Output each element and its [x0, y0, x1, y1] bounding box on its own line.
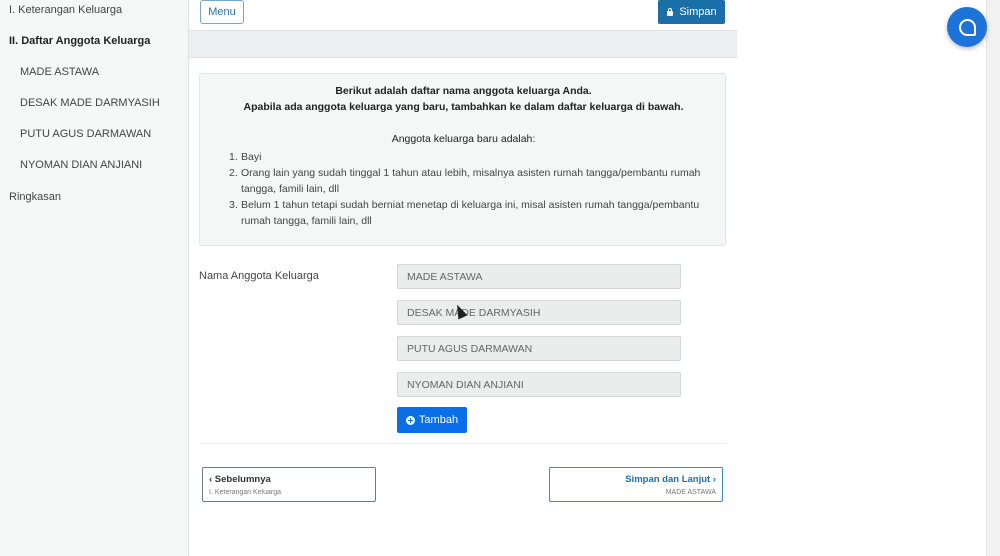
list-item: 1. Bayi [229, 149, 719, 165]
sidebar-item-member-1[interactable]: MADE ASTAWA [20, 66, 99, 78]
info-line-1: Berikut adalah daftar nama anggota kelua… [335, 85, 592, 97]
sidebar-item-member-2[interactable]: DESAK MADE DARMYASIH [20, 97, 160, 109]
list-number: 3. [229, 199, 238, 211]
list-item: 2. Orang lain yang sudah tinggal 1 tahun… [229, 165, 719, 197]
sidebar-item-daftar-anggota[interactable]: II. Daftar Anggota Keluarga [9, 35, 150, 47]
save-and-next-button[interactable]: Simpan dan Lanjut › MADE ASTAWA [549, 467, 723, 502]
list-text: Bayi [241, 151, 262, 163]
info-box: Berikut adalah daftar nama anggota kelua… [199, 73, 726, 246]
list-number: 1. [229, 151, 238, 163]
info-line-3: Anggota keluarga baru adalah: [391, 133, 536, 145]
sidebar-item-ringkasan[interactable]: Ringkasan [9, 191, 61, 203]
divider [199, 443, 726, 444]
top-toolbar: Menu Simpan [189, 0, 737, 31]
save-button[interactable]: Simpan [658, 0, 725, 24]
list-text: Belum 1 tahun tetapi sudah berniat menet… [241, 199, 700, 227]
next-button-title: Simpan dan Lanjut › [625, 474, 716, 485]
member-input-1[interactable]: MADE ASTAWA [397, 264, 681, 289]
toolbar-strip [189, 31, 737, 58]
list-text: Orang lain yang sudah tinggal 1 tahun at… [241, 167, 701, 195]
sidebar-item-member-3[interactable]: PUTU AGUS DARMAWAN [20, 128, 151, 140]
page-background [737, 0, 1000, 556]
previous-button[interactable]: ‹ Sebelumnya I. Keterangan Keluarga [202, 467, 376, 502]
previous-button-title: ‹ Sebelumnya [209, 474, 271, 485]
scrollbar[interactable] [986, 0, 1000, 556]
save-button-label: Simpan [679, 6, 717, 18]
next-button-subtitle: MADE ASTAWA [665, 489, 716, 496]
add-member-button[interactable]: Tambah [397, 407, 467, 433]
list-number: 2. [229, 167, 238, 179]
info-list: 1. Bayi 2. Orang lain yang sudah tinggal… [229, 149, 719, 229]
sidebar-item-keterangan-keluarga[interactable]: I. Keterangan Keluarga [9, 4, 122, 16]
member-input-4[interactable]: NYOMAN DIAN ANJIANI [397, 372, 681, 397]
chat-button[interactable] [947, 7, 987, 47]
field-label-nama-anggota: Nama Anggota Keluarga [199, 270, 319, 282]
menu-button[interactable]: Menu [200, 0, 244, 24]
main-panel: Menu Simpan Berikut adalah daftar nama a… [189, 0, 737, 556]
list-item: 3. Belum 1 tahun tetapi sudah berniat me… [229, 197, 719, 229]
previous-button-subtitle: I. Keterangan Keluarga [209, 489, 281, 496]
sidebar-item-member-4[interactable]: NYOMAN DIAN ANJIANI [20, 159, 142, 171]
member-input-2[interactable]: DESAK MADE DARMYASIH [397, 300, 681, 325]
lock-icon [666, 8, 674, 16]
member-input-3[interactable]: PUTU AGUS DARMAWAN [397, 336, 681, 361]
info-line-2: Apabila ada anggota keluarga yang baru, … [243, 101, 684, 113]
plus-icon [405, 415, 415, 425]
sidebar: I. Keterangan Keluarga II. Daftar Anggot… [0, 0, 189, 556]
chat-icon [958, 18, 976, 36]
add-button-label: Tambah [418, 414, 459, 426]
